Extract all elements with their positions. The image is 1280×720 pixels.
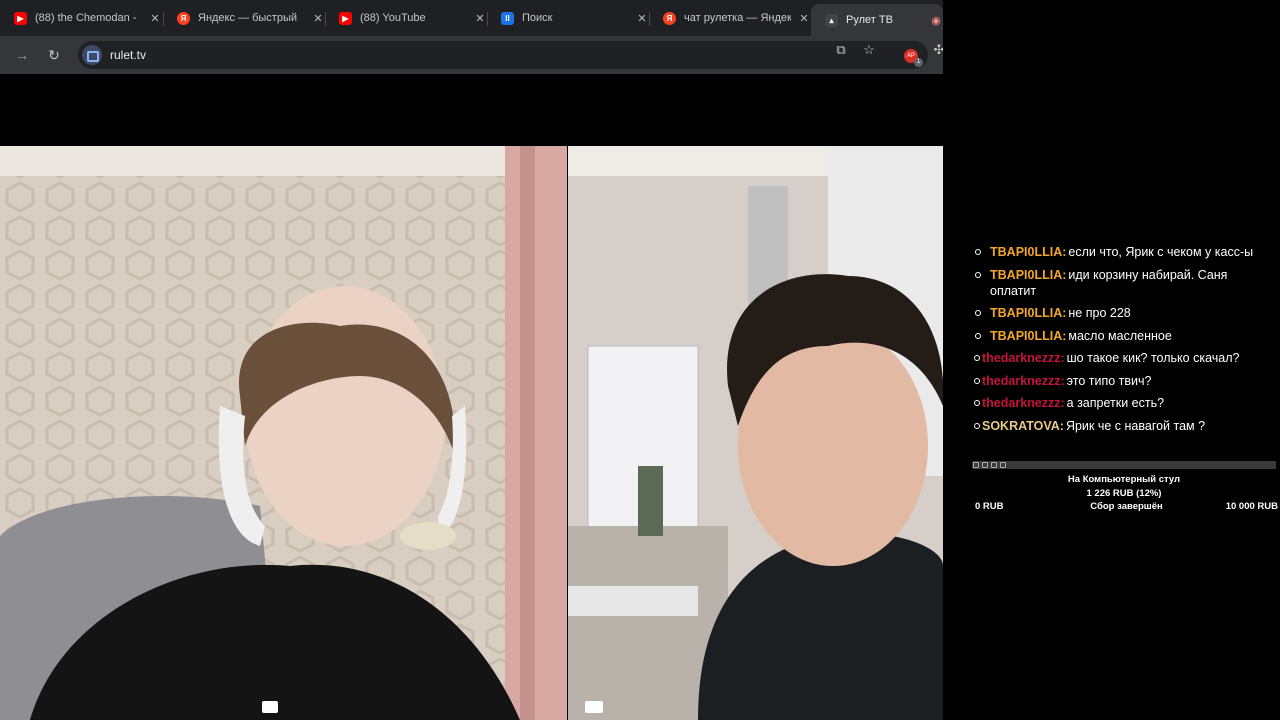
donation-goal-min: 0 RUB bbox=[975, 501, 1004, 512]
chat-username: TBAPI0LLIA: bbox=[990, 328, 1067, 343]
chat-message: SOKRATOVA: Ярик че с навагой там ? bbox=[972, 418, 1276, 434]
donation-progress-bar bbox=[972, 461, 1276, 469]
bullet-icon bbox=[975, 310, 981, 316]
chat-message: TBAPI0LLIA: иди корзину набирай. Саня опл… bbox=[972, 267, 1276, 299]
stream-chat-overlay: TBAPI0LLIA: если что, Ярик с чеком у касс… bbox=[972, 244, 1276, 440]
bullet-icon bbox=[974, 377, 980, 384]
tab-rulet-tv[interactable]: ▴ Рулет ТВ ◉ bbox=[811, 4, 943, 36]
close-icon[interactable]: ✕ bbox=[797, 12, 811, 25]
browser-window: ▶ (88) the Chemodan - ✕ Я Яндекс — быстр… bbox=[0, 0, 943, 720]
tab-bar: ▶ (88) the Chemodan - ✕ Я Яндекс — быстр… bbox=[0, 0, 943, 36]
video-stream-left bbox=[0, 146, 567, 720]
url-text: rulet.tv bbox=[110, 48, 147, 62]
bullet-icon bbox=[975, 249, 981, 255]
bookmark-star-icon[interactable]: ☆ bbox=[860, 41, 878, 59]
tab-chat-roulette[interactable]: Я чат рулетка — Яндек ✕ bbox=[649, 6, 811, 30]
forward-icon[interactable]: → bbox=[12, 45, 32, 65]
donation-icon bbox=[1000, 462, 1006, 468]
youtube-icon: ▶ bbox=[339, 11, 352, 25]
cast-icon[interactable]: ⧉ bbox=[832, 41, 850, 59]
donation-goal-title: На Компьютерный стул bbox=[1067, 474, 1181, 485]
site-info-icon[interactable] bbox=[82, 45, 102, 65]
yandex-icon: Я bbox=[663, 11, 676, 25]
donation-icon bbox=[991, 462, 997, 468]
chat-message: thedarknezzz: а запретки есть? bbox=[972, 395, 1276, 411]
chat-message: thedarknezzz: это типо твич? bbox=[972, 373, 1276, 389]
reload-icon[interactable]: ↻ bbox=[44, 45, 64, 65]
recording-icon[interactable]: ◉ bbox=[929, 14, 943, 27]
webcam-image-left bbox=[0, 146, 567, 720]
video-stream-right bbox=[568, 146, 943, 720]
tab-yandex[interactable]: Я Яндекс — быстрый ✕ bbox=[163, 6, 325, 30]
chat-message: TBAPI0LLIA: не про 228 bbox=[972, 305, 1276, 321]
chat-username: thedarknezzz: bbox=[982, 373, 1065, 388]
yandex-icon: Я bbox=[177, 11, 190, 25]
gift-icon[interactable] bbox=[262, 708, 280, 720]
chat-message: thedarknezzz: шо такое кик? только скачал… bbox=[972, 350, 1276, 366]
chat-username: TBAPI0LLIA: bbox=[990, 306, 1067, 320]
puzzle-icon[interactable]: ✣ bbox=[930, 41, 943, 59]
chat-username: thedarknezzz: bbox=[982, 351, 1065, 365]
extension-icon[interactable]: AP 1 bbox=[904, 49, 923, 67]
close-icon[interactable]: ✕ bbox=[473, 12, 487, 25]
chat-username: thedarknezzz: bbox=[982, 396, 1065, 410]
tab-youtube[interactable]: ▶ (88) YouTube ✕ bbox=[325, 6, 487, 30]
rulet-icon: ▴ bbox=[825, 13, 838, 27]
youtube-icon: ▶ bbox=[14, 11, 27, 25]
bullet-icon bbox=[974, 355, 980, 361]
chat-text: шо такое кик? только скачал? bbox=[1066, 351, 1240, 365]
chat-text: не про 228 bbox=[1068, 306, 1131, 320]
donation-icon bbox=[982, 462, 988, 468]
chat-message: TBAPI0LLIA: масло масленное bbox=[972, 328, 1276, 344]
user-icon[interactable] bbox=[534, 708, 552, 720]
chat-username: TBAPI0LLIA: bbox=[990, 245, 1067, 259]
chat-text: масло масленное bbox=[1068, 328, 1172, 343]
bullet-icon bbox=[974, 422, 980, 429]
tab-chemodan[interactable]: ▶ (88) the Chemodan - ✕ bbox=[0, 6, 162, 30]
donation-goal-max: 10 000 RUB bbox=[1225, 501, 1278, 512]
donation-goal-amount: 1 226 RUB (12%) bbox=[1086, 488, 1162, 499]
tab-search[interactable]: II Поиск ✕ bbox=[487, 6, 649, 30]
bullet-icon bbox=[975, 271, 981, 278]
webcam-image-right bbox=[568, 146, 943, 720]
chat-text: это типо твич? bbox=[1066, 373, 1152, 388]
bullet-icon bbox=[975, 332, 981, 339]
chat-text: а запретки есть? bbox=[1066, 396, 1165, 410]
chat-username: TBAPI0LLIA: bbox=[990, 267, 1067, 282]
close-icon[interactable]: ✕ bbox=[311, 12, 325, 25]
bullet-icon bbox=[974, 400, 980, 406]
close-icon[interactable]: ✕ bbox=[148, 12, 162, 25]
chat-text: Ярик че с навагой там ? bbox=[1065, 418, 1206, 433]
donation-icons bbox=[973, 462, 1006, 468]
address-bar[interactable]: rulet.tv bbox=[78, 41, 928, 69]
gamepad-icon[interactable] bbox=[585, 708, 603, 720]
browser-toolbar: → ↻ rulet.tv ⧉ ☆ AP 1 ✣ bbox=[0, 36, 943, 74]
donation-icon bbox=[973, 462, 979, 468]
chat-text: если что, Ярик с чеком у касс-ы bbox=[1068, 245, 1254, 259]
pause-icon: II bbox=[501, 11, 514, 25]
close-icon[interactable]: ✕ bbox=[635, 12, 649, 25]
chat-message: TBAPI0LLIA: если что, Ярик с чеком у касс… bbox=[972, 244, 1276, 260]
chat-username: SOKRATOVA: bbox=[982, 418, 1064, 433]
